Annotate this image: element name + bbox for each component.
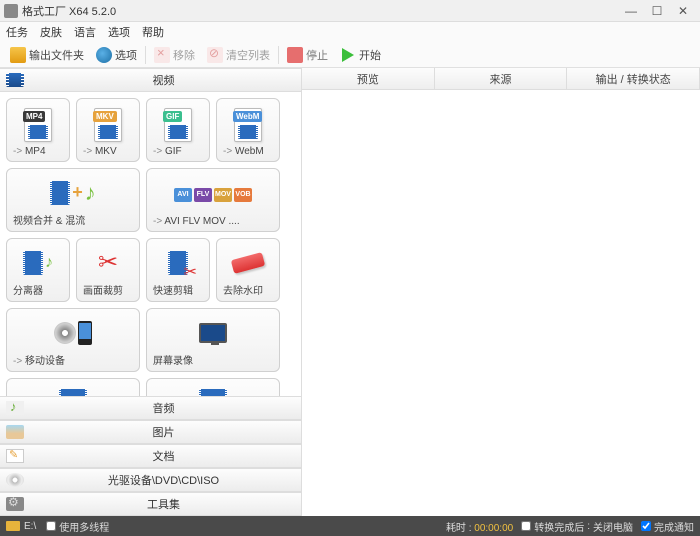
category-tools[interactable]: 工具集 xyxy=(0,492,301,516)
tile-webm[interactable]: WebM WebM xyxy=(216,98,280,162)
minimize-button[interactable]: — xyxy=(618,2,644,20)
start-button[interactable]: 开始 xyxy=(336,45,385,65)
monitor-icon xyxy=(199,323,227,343)
scissors-icon: ✂ xyxy=(98,248,118,277)
tools-icon xyxy=(6,497,24,511)
col-source[interactable]: 来源 xyxy=(435,68,568,89)
tile-player[interactable]: 格式播放器 xyxy=(6,378,140,396)
tile-merge[interactable]: +♪ 视频合并 & 混流 xyxy=(6,168,140,232)
after-convert-toggle[interactable]: 转换完成后: 关闭电脑 xyxy=(521,519,633,534)
document-icon xyxy=(6,449,24,463)
options-icon xyxy=(96,47,112,63)
drive-icon xyxy=(6,521,20,531)
multithread-toggle[interactable]: 使用多线程 xyxy=(46,519,109,534)
toolbar: 输出文件夹 选项 移除 清空列表 停止 开始 xyxy=(0,42,700,68)
tile-crop[interactable]: ✂ 画面裁剪 xyxy=(76,238,140,302)
output-drive[interactable]: E:\ xyxy=(24,521,36,532)
audio-icon xyxy=(6,401,24,415)
menubar: 任务 皮肤 语言 选项 帮助 xyxy=(0,22,700,42)
play-icon xyxy=(340,47,356,63)
right-panel: 预览 来源 输出 / 转换状态 xyxy=(302,68,700,516)
film-icon xyxy=(6,73,24,87)
stop-button[interactable]: 停止 xyxy=(283,45,332,65)
category-video[interactable]: 视频 xyxy=(0,68,301,92)
titlebar: 格式工厂 X64 5.2.0 — ☐ ✕ xyxy=(0,0,700,22)
tile-download[interactable]: 视频下载 xyxy=(146,378,280,396)
eraser-icon xyxy=(231,252,266,274)
menu-skin[interactable]: 皮肤 xyxy=(40,24,62,40)
maximize-button[interactable]: ☐ xyxy=(644,2,670,20)
image-icon xyxy=(6,425,24,439)
tile-mobile[interactable]: 移动设备 xyxy=(6,308,140,372)
stop-icon xyxy=(287,47,303,63)
phone-icon xyxy=(78,321,92,345)
remove-icon xyxy=(154,47,170,63)
clear-icon xyxy=(207,47,223,63)
left-panel: 视频 MP4 MP4 MKV MKV GIF GIF WebM WebM xyxy=(0,68,302,516)
main: 视频 MP4 MP4 MKV MKV GIF GIF WebM WebM xyxy=(0,68,700,516)
output-folder-button[interactable]: 输出文件夹 xyxy=(6,45,88,65)
menu-help[interactable]: 帮助 xyxy=(142,24,164,40)
tile-mp4[interactable]: MP4 MP4 xyxy=(6,98,70,162)
statusbar: E:\ 使用多线程 耗时 : 00:00:00 转换完成后: 关闭电脑 完成通知 xyxy=(0,516,700,536)
category-disc[interactable]: 光驱设备\DVD\CD\ISO xyxy=(0,468,301,492)
category-document[interactable]: 文档 xyxy=(0,444,301,468)
tile-watermark[interactable]: 去除水印 xyxy=(216,238,280,302)
menu-language[interactable]: 语言 xyxy=(74,24,96,40)
window-title: 格式工厂 X64 5.2.0 xyxy=(22,3,618,19)
tile-quickcut[interactable]: ✂ 快速剪辑 xyxy=(146,238,210,302)
tile-gif[interactable]: GIF GIF xyxy=(146,98,210,162)
clear-list-button[interactable]: 清空列表 xyxy=(203,45,274,65)
disc-icon xyxy=(54,322,76,344)
disc-icon xyxy=(6,473,24,487)
close-button[interactable]: ✕ xyxy=(670,2,696,20)
col-preview[interactable]: 预览 xyxy=(302,68,435,89)
folder-icon xyxy=(10,47,26,63)
elapsed-label: 耗时 : 00:00:00 xyxy=(446,519,513,534)
tile-splitter[interactable]: ♪ 分离器 xyxy=(6,238,70,302)
task-list[interactable] xyxy=(302,90,700,516)
menu-options[interactable]: 选项 xyxy=(108,24,130,40)
menu-task[interactable]: 任务 xyxy=(6,24,28,40)
video-tiles: MP4 MP4 MKV MKV GIF GIF WebM WebM xyxy=(0,92,301,396)
app-icon xyxy=(4,4,18,18)
options-button[interactable]: 选项 xyxy=(92,45,141,65)
tile-mkv[interactable]: MKV MKV xyxy=(76,98,140,162)
category-audio[interactable]: 音频 xyxy=(0,396,301,420)
tile-screenrec[interactable]: 屏幕录像 xyxy=(146,308,280,372)
list-header: 预览 来源 输出 / 转换状态 xyxy=(302,68,700,90)
notify-toggle[interactable]: 完成通知 xyxy=(641,519,694,534)
category-image[interactable]: 图片 xyxy=(0,420,301,444)
tile-multi-format[interactable]: AVI FLV MOV VOB AVI FLV MOV .... xyxy=(146,168,280,232)
remove-button[interactable]: 移除 xyxy=(150,45,199,65)
col-status[interactable]: 输出 / 转换状态 xyxy=(567,68,700,89)
